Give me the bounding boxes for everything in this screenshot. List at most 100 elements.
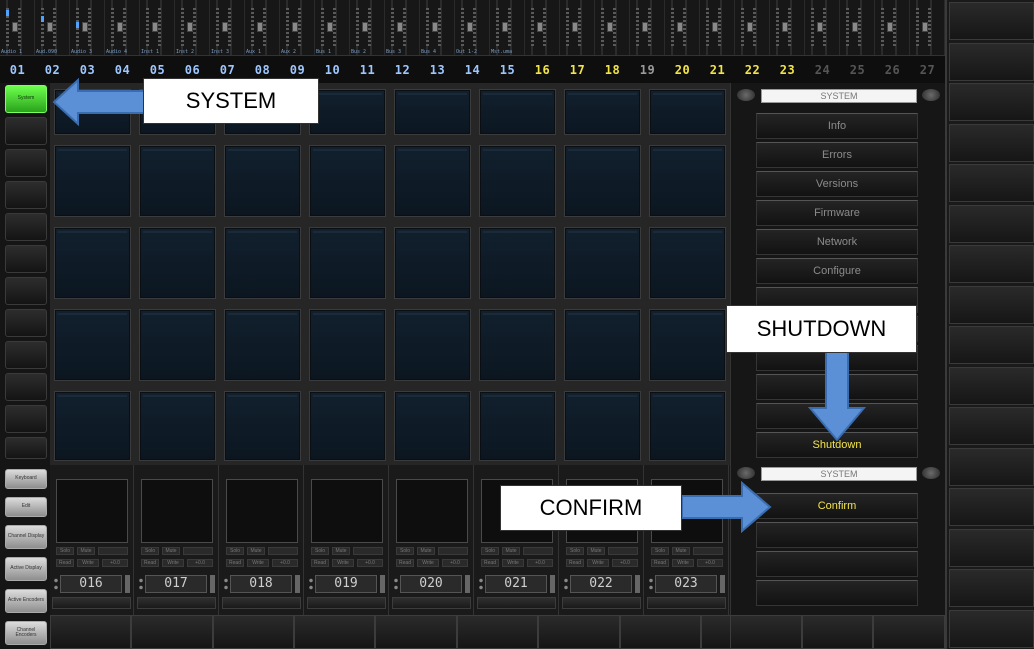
pad-button[interactable]	[649, 145, 726, 217]
strip-base-button[interactable]	[137, 597, 216, 609]
mute-button[interactable]: Mute	[332, 547, 350, 555]
blank-button-9[interactable]	[5, 373, 47, 401]
write-button[interactable]: Write	[672, 559, 694, 567]
bottom-cell[interactable]	[50, 615, 132, 649]
pad-button[interactable]	[54, 227, 131, 299]
blank-confirm-button-1[interactable]	[756, 522, 918, 548]
pad-button[interactable]	[139, 227, 216, 299]
channel-encoders-button[interactable]: Channel Encoders	[5, 621, 47, 645]
pad-button[interactable]	[479, 145, 556, 217]
write-button[interactable]: Write	[502, 559, 524, 567]
keyboard-button[interactable]: Keyboard	[5, 469, 47, 489]
pad-button[interactable]	[54, 391, 131, 461]
fader-knob[interactable]	[607, 22, 613, 32]
channel-number[interactable]: 02	[35, 63, 70, 77]
right-column-button[interactable]	[949, 245, 1034, 283]
next-arrow-icon[interactable]	[922, 89, 940, 101]
blank-button-3[interactable]	[5, 181, 47, 209]
bottom-cell[interactable]	[873, 615, 946, 649]
right-column-button[interactable]	[949, 83, 1034, 121]
mute-button[interactable]: Mute	[587, 547, 605, 555]
next-arrow-icon[interactable]	[922, 467, 940, 479]
blank-button-5[interactable]	[5, 245, 47, 273]
solo-button[interactable]: Solo	[226, 547, 244, 555]
right-column-button[interactable]	[949, 42, 1034, 81]
pad-button[interactable]	[54, 145, 131, 217]
pad-button[interactable]	[564, 89, 641, 135]
fader-knob[interactable]	[677, 22, 683, 32]
strip-screen[interactable]	[226, 479, 298, 543]
strip-base-button[interactable]	[477, 597, 556, 609]
write-button[interactable]: Write	[77, 559, 99, 567]
right-column-button[interactable]	[949, 164, 1034, 202]
fader-knob[interactable]	[712, 22, 718, 32]
channel-number[interactable]: 11	[350, 63, 385, 77]
right-column-button[interactable]	[949, 366, 1034, 405]
pad-button[interactable]	[139, 309, 216, 381]
pad-button[interactable]	[479, 309, 556, 381]
mute-button[interactable]: Mute	[417, 547, 435, 555]
fader-knob[interactable]	[852, 22, 858, 32]
versions-button[interactable]: Versions	[756, 171, 918, 197]
fader-knob[interactable]	[502, 22, 508, 32]
fader-knob[interactable]	[572, 22, 578, 32]
channel-number[interactable]: 14	[455, 63, 490, 77]
pad-button[interactable]	[309, 227, 386, 299]
info-button[interactable]: Info	[756, 113, 918, 139]
errors-button[interactable]: Errors	[756, 142, 918, 168]
right-column-button[interactable]	[949, 609, 1034, 648]
channel-number[interactable]: 01	[0, 63, 35, 77]
channel-number[interactable]: 16	[525, 63, 560, 77]
channel-number[interactable]: 24	[805, 63, 840, 77]
pad-button[interactable]	[224, 227, 301, 299]
blank-button-4[interactable]	[5, 213, 47, 241]
write-button[interactable]: Write	[247, 559, 269, 567]
blank-button-8[interactable]	[5, 341, 47, 369]
mute-button[interactable]: Mute	[247, 547, 265, 555]
pad-button[interactable]	[479, 227, 556, 299]
read-button[interactable]: Read	[481, 559, 499, 567]
strip-blank-button[interactable]	[353, 547, 383, 555]
bottom-cell[interactable]	[730, 615, 802, 649]
configure-button[interactable]: Configure	[756, 258, 918, 284]
channel-number[interactable]: 10	[315, 63, 350, 77]
strip-base-button[interactable]	[647, 597, 726, 609]
channel-number[interactable]: 09	[280, 63, 315, 77]
strip-blank-button[interactable]	[438, 547, 468, 555]
mute-button[interactable]: Mute	[672, 547, 690, 555]
channel-number[interactable]: 06	[175, 63, 210, 77]
mute-button[interactable]: Mute	[77, 547, 95, 555]
right-column-button[interactable]	[949, 204, 1034, 243]
fader-knob[interactable]	[187, 22, 193, 32]
blank-button-1[interactable]	[5, 117, 47, 145]
channel-number[interactable]: 25	[840, 63, 875, 77]
write-button[interactable]: Write	[332, 559, 354, 567]
channel-number[interactable]: 22	[735, 63, 770, 77]
fader-knob[interactable]	[642, 22, 648, 32]
mute-button[interactable]: Mute	[162, 547, 180, 555]
right-column-button[interactable]	[949, 407, 1034, 445]
channel-number[interactable]: 12	[385, 63, 420, 77]
write-button[interactable]: Write	[587, 559, 609, 567]
fader-knob[interactable]	[362, 22, 368, 32]
pad-button[interactable]	[479, 391, 556, 461]
fader-knob[interactable]	[467, 22, 473, 32]
edit-button[interactable]: Edit	[5, 497, 47, 517]
channel-number[interactable]: 04	[105, 63, 140, 77]
channel-number[interactable]: 21	[700, 63, 735, 77]
strip-blank-button[interactable]	[183, 547, 213, 555]
channel-number[interactable]: 20	[665, 63, 700, 77]
fader-knob[interactable]	[397, 22, 403, 32]
channel-number[interactable]: 27	[910, 63, 945, 77]
strip-screen[interactable]	[56, 479, 128, 543]
channel-number[interactable]: 23	[770, 63, 805, 77]
pad-button[interactable]	[224, 145, 301, 217]
fader-knob[interactable]	[152, 22, 158, 32]
prev-arrow-icon[interactable]	[737, 89, 755, 101]
strip-blank-button[interactable]	[98, 547, 128, 555]
strip-base-button[interactable]	[307, 597, 386, 609]
right-column-button[interactable]	[949, 2, 1034, 40]
bottom-cell[interactable]	[375, 615, 457, 649]
read-button[interactable]: Read	[651, 559, 669, 567]
strip-blank-button[interactable]	[693, 547, 723, 555]
